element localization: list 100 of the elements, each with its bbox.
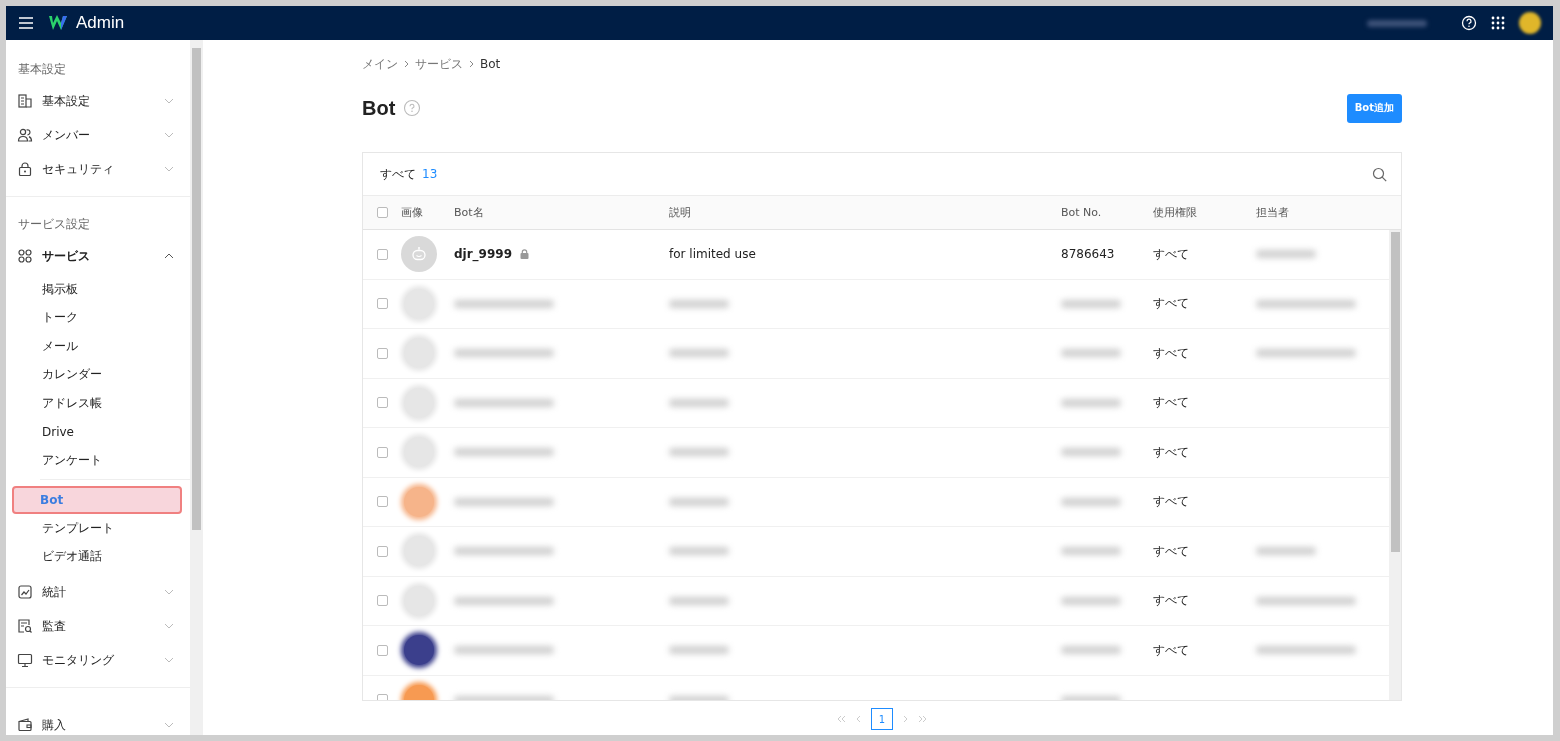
table-cell-text: すべて — [1153, 641, 1190, 659]
checkbox[interactable] — [377, 397, 388, 409]
nav-subitem[interactable]: ビデオ通話 — [6, 542, 190, 571]
nav-subitem[interactable]: トーク — [6, 303, 190, 332]
breadcrumb-link[interactable]: メイン — [362, 55, 398, 73]
redacted-text — [1061, 497, 1121, 506]
nav-subitem[interactable]: Drive — [6, 417, 190, 446]
redacted-text — [1061, 448, 1121, 457]
nav-subitem[interactable]: アドレス帳 — [6, 389, 190, 418]
checkbox[interactable] — [377, 496, 388, 508]
redacted-text — [1061, 547, 1121, 556]
chevron-down-icon — [164, 657, 174, 663]
chevron-down-icon — [164, 98, 174, 104]
user-avatar[interactable] — [1519, 12, 1541, 34]
chevron-right-icon — [404, 60, 409, 68]
redacted-text — [1256, 250, 1316, 259]
nav-item[interactable]: 統計 — [6, 575, 190, 609]
chevron-left-icon[interactable] — [856, 715, 861, 723]
checkbox[interactable] — [377, 248, 388, 260]
column-header: 使用権限 — [1153, 205, 1198, 220]
chevron-down-icon — [164, 722, 174, 728]
table-cell-text: すべて — [1153, 344, 1190, 362]
table-row[interactable]: すべて — [363, 428, 1389, 478]
table-cell-text: すべて — [1153, 443, 1190, 461]
redacted-text — [669, 646, 729, 655]
nav-subitem[interactable]: カレンダー — [6, 360, 190, 389]
breadcrumb-link[interactable]: サービス — [415, 55, 463, 73]
table-row[interactable]: すべて — [363, 378, 1389, 428]
chevron-up-icon — [164, 253, 174, 259]
table-cell-text: すべて — [1153, 245, 1190, 263]
column-header: 説明 — [669, 205, 692, 220]
table-row[interactable]: すべて — [363, 576, 1389, 626]
double-chevron-left-icon[interactable] — [836, 715, 846, 723]
table-cell-text: すべて — [1153, 542, 1190, 560]
table-cell-text: すべて — [1153, 295, 1190, 313]
table-row[interactable]: すべて — [363, 329, 1389, 379]
people-icon — [17, 127, 33, 143]
table-row[interactable]: すべて — [363, 527, 1389, 577]
table-row[interactable]: すべて — [363, 279, 1389, 329]
lock-icon — [520, 249, 530, 260]
chevron-right-icon[interactable] — [903, 715, 908, 723]
redacted-text — [1061, 596, 1121, 605]
building-icon — [17, 93, 33, 109]
redacted-text — [1256, 547, 1316, 556]
menu-icon[interactable] — [18, 16, 34, 30]
column-header: 画像 — [401, 205, 424, 220]
robot-face-icon — [411, 246, 427, 263]
nav-item[interactable]: サービス — [6, 239, 190, 273]
table-row[interactable]: すべて — [363, 477, 1389, 527]
redacted-text — [1061, 646, 1121, 655]
chevron-down-icon — [164, 589, 174, 595]
column-header: Bot No. — [1061, 206, 1103, 219]
logo-icon — [48, 15, 68, 31]
table-cell-text: for limited use — [669, 247, 757, 262]
chevron-right-icon — [469, 60, 474, 68]
nav-item[interactable]: セキュリティ — [6, 152, 190, 186]
table-row[interactable]: djr_9999 for limited use 8786643 すべて — [363, 230, 1389, 280]
nav-subitem[interactable]: メール — [6, 332, 190, 361]
nav-subitem[interactable]: アンケート — [6, 446, 190, 475]
section-label: サービス設定 — [17, 217, 91, 233]
checkbox[interactable] — [377, 595, 388, 607]
nav-item[interactable]: 基本設定 — [6, 84, 190, 118]
checkbox[interactable] — [377, 298, 388, 310]
redacted-text — [669, 398, 729, 407]
page-title: Bot — [362, 96, 396, 120]
search-icon[interactable] — [1372, 166, 1387, 182]
redacted-text — [669, 448, 729, 457]
nav-item[interactable]: 監査 — [6, 609, 190, 643]
table-cell-text: 8786643 — [1061, 247, 1116, 262]
checkbox[interactable] — [377, 545, 388, 557]
checkbox[interactable] — [377, 347, 388, 359]
column-header: Bot名 — [454, 205, 485, 220]
chevron-down-icon — [164, 132, 174, 138]
redacted-text — [669, 596, 729, 605]
nav-item[interactable]: メンバー — [6, 118, 190, 152]
nav-subitem[interactable]: テンプレート — [6, 514, 190, 543]
monitor-icon — [17, 652, 33, 668]
app-title: Admin — [76, 13, 125, 33]
section-label: 基本設定 — [17, 62, 67, 78]
redacted-text — [669, 299, 729, 308]
scrollbar[interactable] — [190, 40, 203, 735]
nav-item[interactable]: モニタリング — [6, 643, 190, 677]
redacted-text — [669, 349, 729, 358]
redacted-text — [1061, 299, 1121, 308]
checkbox[interactable] — [377, 644, 388, 656]
chevron-down-icon — [164, 166, 174, 172]
checkbox[interactable] — [377, 446, 388, 458]
nav-item[interactable]: 購入 — [6, 708, 190, 735]
document-search-icon — [17, 618, 33, 634]
filter-label: すべて — [380, 165, 416, 183]
apps-grid-icon[interactable] — [1491, 16, 1505, 30]
bot-name: djr_9999 — [454, 247, 513, 262]
table-row[interactable]: すべて — [363, 626, 1389, 676]
count-label: 13 — [422, 167, 438, 181]
nav-subitem[interactable]: 掲示板 — [6, 275, 190, 304]
scrollbar[interactable] — [1389, 230, 1401, 700]
double-chevron-right-icon[interactable] — [918, 715, 928, 723]
redacted-text — [669, 497, 729, 506]
redacted-text — [1061, 349, 1121, 358]
checkbox[interactable] — [377, 207, 388, 218]
